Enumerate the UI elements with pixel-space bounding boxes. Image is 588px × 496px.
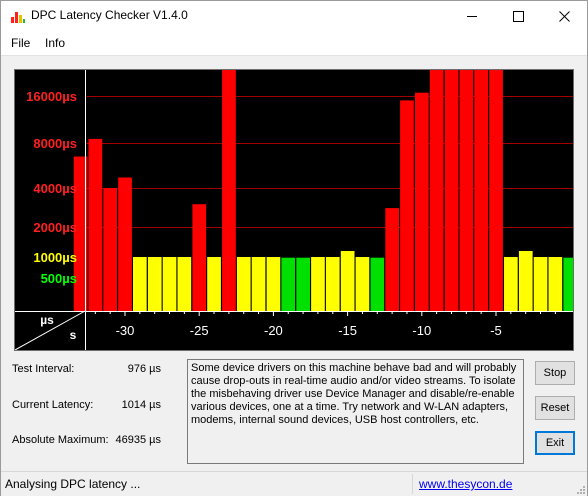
exit-button[interactable]: Exit <box>535 431 575 455</box>
x-tick-label: -5 <box>490 323 502 338</box>
test-interval-label: Test Interval: <box>12 363 75 375</box>
chart-bar <box>444 70 459 311</box>
chart-bar <box>504 257 518 311</box>
menu-info[interactable]: Info <box>45 36 65 50</box>
x-tick-label: -30 <box>116 323 135 338</box>
x-tick-label: -25 <box>190 323 209 338</box>
absolute-maximum-label: Absolute Maximum: <box>12 434 109 446</box>
chart-bar <box>459 70 474 311</box>
chart-bar <box>325 257 340 311</box>
chart-bar <box>192 204 207 311</box>
maximize-button[interactable] <box>495 1 541 31</box>
chart-bar <box>548 257 563 311</box>
chart-bar <box>236 257 251 311</box>
chart-bar <box>281 257 296 311</box>
app-window: DPC Latency Checker V1.4.0 File Info 160… <box>0 0 588 496</box>
chart-bar <box>563 257 573 311</box>
chart-bar <box>340 251 355 311</box>
chart-bar <box>385 208 399 311</box>
chart-bar <box>162 257 177 311</box>
chart-bar <box>177 257 192 311</box>
y-tick-label: 16000µs <box>26 89 77 104</box>
y-tick-label: 500µs <box>41 271 77 286</box>
y-tick-label: 4000µs <box>33 181 77 196</box>
menu-file[interactable]: File <box>11 36 30 50</box>
y-axis-unit: µs <box>40 313 54 327</box>
chart-bar <box>474 70 488 311</box>
chart-bar <box>88 138 103 311</box>
status-separator <box>412 474 413 494</box>
resize-grip-icon[interactable] <box>575 484 585 494</box>
chart-bar <box>147 257 162 311</box>
stop-button[interactable]: Stop <box>535 361 575 385</box>
y-tick-label: 2000µs <box>33 220 77 235</box>
message-box: Some device drivers on this machine beha… <box>187 359 524 464</box>
status-text: Analysing DPC latency ... <box>5 477 141 491</box>
test-interval-value: 976 µs <box>127 363 161 375</box>
maximize-icon <box>512 10 524 22</box>
chart-bar <box>296 257 310 311</box>
latency-chart: 16000µs 8000µs 4000µs 2000µs 1000µs 500µs -30 -… <box>14 69 574 351</box>
chart-bar <box>133 257 147 311</box>
chart-bar <box>103 188 117 311</box>
chart-bar <box>266 257 281 311</box>
current-latency-value: 1014 µs <box>121 399 161 411</box>
chart-bar <box>118 177 132 311</box>
close-icon <box>558 10 570 22</box>
chart-bar <box>222 70 236 311</box>
chart-bar <box>533 257 548 311</box>
chart-bar <box>489 70 503 311</box>
chart-bar <box>311 257 325 311</box>
menu-bar: File Info <box>1 31 587 56</box>
minimize-icon <box>467 16 477 17</box>
absolute-maximum-value: 46935 µs <box>115 434 161 446</box>
window-title: DPC Latency Checker V1.4.0 <box>31 8 188 22</box>
chart-bar <box>400 100 414 312</box>
x-tick-label: -10 <box>412 323 431 338</box>
close-button[interactable] <box>541 1 587 31</box>
x-axis-unit: s <box>70 328 77 342</box>
x-tick-label: -15 <box>338 323 357 338</box>
x-tick-label: -20 <box>264 323 283 338</box>
chart-bar <box>251 257 266 311</box>
chart-bar <box>415 92 429 311</box>
chart-bar <box>518 251 533 311</box>
chart-bar <box>429 70 444 311</box>
y-tick-label: 1000µs <box>33 250 77 265</box>
y-tick-label: 8000µs <box>33 136 77 151</box>
chart-bar <box>207 257 221 311</box>
thesycon-link[interactable]: www.thesycon.de <box>419 477 512 491</box>
title-bar[interactable]: DPC Latency Checker V1.4.0 <box>1 1 587 31</box>
latency-chart-canvas: 16000µs 8000µs 4000µs 2000µs 1000µs 500µs -30 -… <box>15 70 573 350</box>
current-latency-label: Current Latency: <box>12 399 94 411</box>
minimize-button[interactable] <box>449 1 495 31</box>
status-bar: Analysing DPC latency ... www.thesycon.d… <box>1 471 587 496</box>
reset-button[interactable]: Reset <box>535 396 575 420</box>
chart-bar <box>355 257 370 311</box>
chart-bar <box>370 257 385 311</box>
app-icon <box>11 12 25 23</box>
